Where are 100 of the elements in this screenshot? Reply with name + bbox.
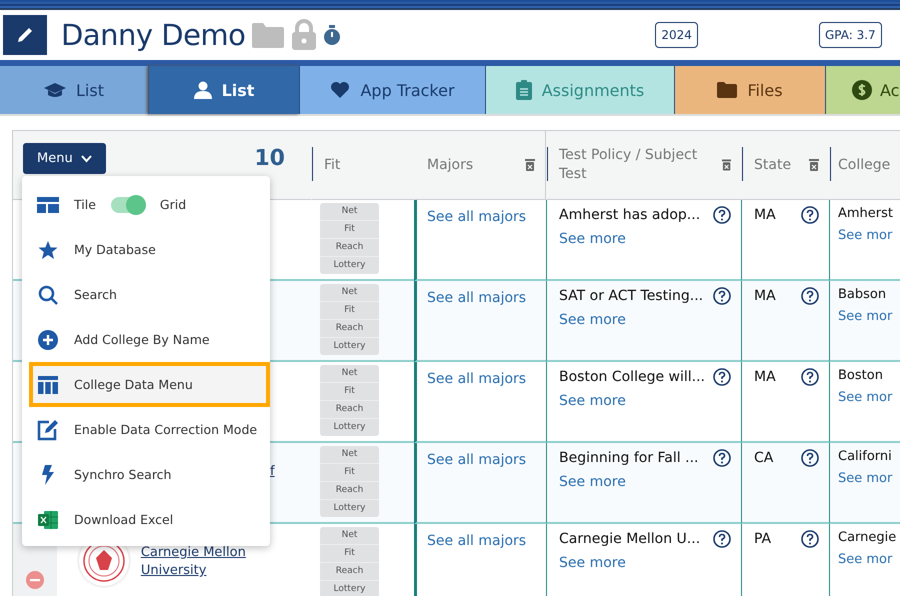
column-header: Test Policy / Subject Test [559,146,698,184]
lock-icon [291,19,318,51]
majors-link[interactable]: See all majors [427,371,526,387]
fit-option[interactable]: Fit [320,382,379,400]
clipboard-icon [516,80,532,100]
heart-icon [330,81,350,99]
help-icon[interactable] [801,206,819,224]
menu-item[interactable]: Add College By Name [22,317,270,362]
see-more-link[interactable]: See mor [838,228,900,243]
dollar-icon [852,80,872,100]
menu-item[interactable]: My Database [22,227,270,272]
see-more-link[interactable]: See mor [838,552,900,567]
cell-text: Carnegie [838,530,896,545]
cell-text: MA [754,369,776,385]
star-icon [38,240,58,260]
college-link[interactable]: Carnegie Mellon University [140,544,311,580]
help-icon[interactable] [713,287,731,305]
menu-button[interactable]: Menu [23,143,106,174]
help-icon[interactable] [801,449,819,467]
help-icon[interactable] [801,287,819,305]
trash-icon[interactable] [809,159,819,171]
chevron-down-icon [80,154,92,162]
cell-text: Boston College will... [559,369,705,385]
fit-option[interactable]: Net [320,527,379,544]
fit-option[interactable]: Fit [320,220,379,238]
fit-option[interactable]: Lottery [320,418,379,436]
fit-option[interactable]: Lottery [320,580,379,596]
majors-link[interactable]: See all majors [427,209,526,225]
majors-link[interactable]: See all majors [427,533,526,549]
column-header: College [838,156,890,174]
toggle-label: Tile [74,197,96,212]
menu-item[interactable]: Synchro Search [22,452,270,497]
tab-label: List [76,80,104,100]
trash-icon[interactable] [722,159,731,171]
edit-button[interactable] [3,15,47,55]
majors-link[interactable]: See all majors [427,452,526,468]
fit-option[interactable]: Lottery [320,256,379,274]
profile-name: Danny Demo [61,18,246,52]
tab-label: App Tracker [360,80,455,100]
help-icon[interactable] [713,530,731,548]
help-icon[interactable] [713,449,731,467]
person-icon [194,81,212,99]
fit-option[interactable]: Net [320,203,379,220]
toggle-switch[interactable] [110,196,145,212]
cell-text: Carnegie Mellon U... [559,531,700,547]
help-icon[interactable] [801,530,819,548]
add-icon [38,330,58,350]
help-icon[interactable] [713,206,731,224]
see-more-link[interactable]: See more [559,231,731,247]
see-more-link[interactable]: See more [559,555,731,571]
cell-text: Babson [838,287,886,302]
cell-text: Beginning for Fall ... [559,450,698,466]
fit-option[interactable]: Fit [320,301,379,319]
column-header: State [754,156,792,174]
tab-label: Assignments [542,80,644,100]
layout-icon [37,196,59,212]
college-link[interactable]: f [270,463,275,481]
table-icon [38,376,58,394]
gpa-badge: GPA: 3.7 [818,22,882,48]
tab[interactable]: App Tracker [300,66,486,114]
tab[interactable]: Ac [826,66,900,114]
tab[interactable]: List [149,66,300,114]
see-more-link[interactable]: See mor [838,309,900,324]
menu-item[interactable]: College Data Menu [29,362,270,407]
fit-option[interactable]: Reach [320,319,379,337]
tab-label: Ac [880,80,900,100]
fit-option[interactable]: Fit [320,544,379,562]
fit-option[interactable]: Reach [320,238,379,256]
college-count: 10 [254,146,285,171]
cell-text: PA [754,531,772,547]
menu-item[interactable]: Download Excel [22,497,270,542]
trash-icon[interactable] [525,159,535,171]
cell-text: Amherst has adop... [559,207,700,223]
fit-option[interactable]: Reach [320,562,379,580]
fit-option[interactable]: Net [320,365,379,382]
fit-option[interactable]: Reach [320,400,379,418]
majors-link[interactable]: See all majors [427,290,526,306]
column-header: Fit [324,156,340,174]
see-more-link[interactable]: See mor [838,471,900,486]
menu-item[interactable]: Enable Data Correction Mode [22,407,270,452]
tab[interactable]: Files [675,66,826,114]
fit-option[interactable]: Fit [320,463,379,481]
menu-item[interactable]: Search [22,272,270,317]
lightning-icon [42,464,54,484]
fit-option[interactable]: Lottery [320,337,379,355]
fit-option[interactable]: Reach [320,481,379,499]
help-icon[interactable] [713,368,731,386]
see-more-link[interactable]: See mor [838,390,900,405]
help-icon[interactable] [801,368,819,386]
see-more-link[interactable]: See more [559,474,731,490]
see-more-link[interactable]: See more [559,312,731,328]
toggle-label: Grid [160,197,186,212]
view-toggle-row[interactable]: Tile Grid [22,182,270,227]
fit-option[interactable]: Net [320,284,379,301]
fit-option[interactable]: Net [320,446,379,463]
tab[interactable]: List [0,66,149,114]
cell-text: CA [754,450,774,466]
see-more-link[interactable]: See more [559,393,731,409]
tab[interactable]: Assignments [486,66,675,114]
fit-option[interactable]: Lottery [320,499,379,517]
